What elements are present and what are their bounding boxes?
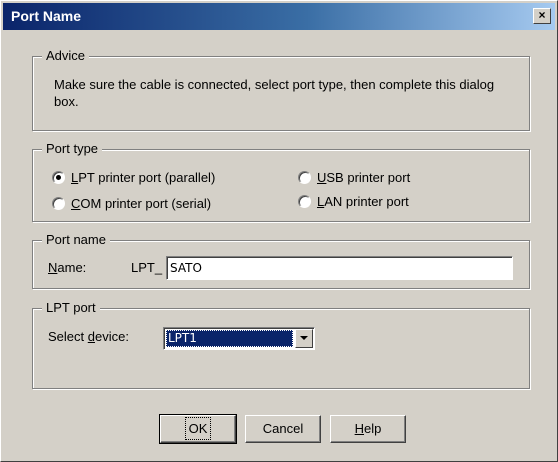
advice-group: Advice Make sure the cable is connected,…: [32, 48, 530, 131]
select-device-text-a: Select: [48, 329, 88, 344]
select-device-accel: d: [87, 329, 95, 344]
radio-lan-label: LAN printer port: [317, 193, 409, 211]
help-accel: H: [354, 421, 365, 436]
cancel-button[interactable]: Cancel: [245, 415, 321, 443]
radio-usb-text: SB printer port: [326, 170, 411, 185]
help-button[interactable]: Help: [330, 415, 406, 443]
advice-legend: Advice: [42, 48, 90, 64]
radio-button-checked[interactable]: [52, 171, 65, 184]
lpt-port-legend: LPT port: [42, 300, 100, 316]
name-prefix: LPT_: [131, 260, 163, 275]
cancel-button-label: Cancel: [262, 421, 304, 436]
port-name-dialog: Port Name × Advice Make sure the cable i…: [0, 0, 558, 462]
select-device-text-b: evice:: [94, 329, 129, 344]
chevron-down-icon[interactable]: [295, 329, 313, 348]
radio-com-text: OM printer port (serial): [80, 196, 212, 211]
port-type-group: Port type LPT printer port (parallel) US…: [32, 141, 530, 222]
dialog-title: Port Name: [11, 8, 82, 24]
radio-button[interactable]: [298, 195, 311, 208]
name-label: Name:: [48, 259, 86, 277]
ok-button[interactable]: OK: [159, 414, 237, 444]
close-icon: ×: [538, 8, 546, 22]
close-button[interactable]: ×: [533, 8, 551, 24]
radio-lpt-text: PT printer port (parallel): [78, 170, 216, 185]
radio-lan-text: AN printer port: [324, 194, 409, 209]
device-select[interactable]: LPT1: [163, 327, 315, 350]
help-text: elp: [364, 421, 382, 436]
radio-usb-label: USB printer port: [317, 169, 410, 187]
port-name-group: Port name Name: LPT_ SATO: [32, 232, 530, 289]
ok-button-label: OK: [184, 417, 212, 440]
radio-lpt-label: LPT printer port (parallel): [71, 169, 215, 187]
lpt-port-group: LPT port Select device: LPT1: [32, 300, 530, 389]
radio-usb-accel: U: [317, 170, 327, 185]
name-label-text: ame:: [57, 260, 87, 275]
radio-com-label: COM printer port (serial): [71, 195, 211, 213]
advice-text: Make sure the cable is connected, select…: [54, 77, 495, 109]
select-device-label: Select device:: [48, 328, 129, 346]
title-bar[interactable]: Port Name ×: [3, 3, 555, 30]
port-name-legend: Port name: [42, 232, 110, 248]
radio-button[interactable]: [298, 171, 311, 184]
port-name-input[interactable]: SATO: [166, 256, 513, 280]
device-select-value[interactable]: LPT1: [166, 330, 293, 347]
help-button-label: Help: [355, 421, 382, 436]
port-type-legend: Port type: [42, 141, 103, 157]
radio-button[interactable]: [52, 197, 65, 210]
name-label-accel: N: [48, 260, 58, 275]
radio-com-accel: C: [71, 196, 81, 211]
